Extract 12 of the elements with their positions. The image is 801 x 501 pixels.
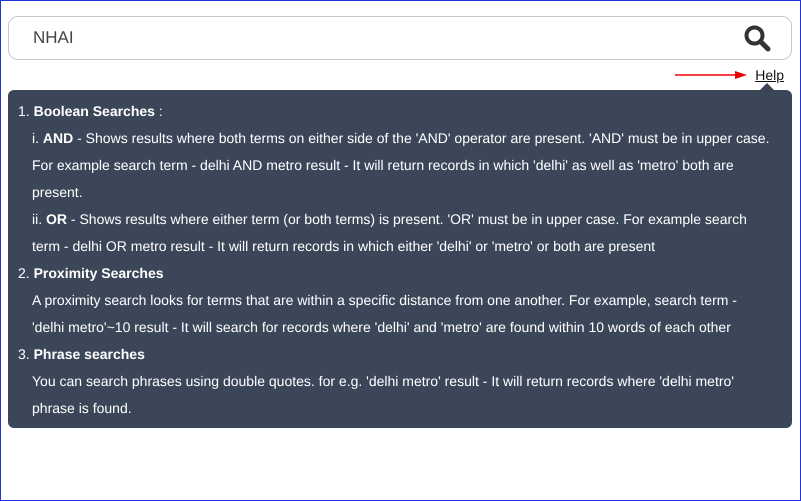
section-heading: 1. Boolean Searches :: [18, 102, 164, 121]
help-link[interactable]: Help: [755, 67, 784, 83]
help-text: You can search phrases using double quotes. for e.g. 'delhi metro' result - It will return records where 'delhi metro' phrase is found.: [32, 372, 735, 418]
help-text: ii. OR - Shows results where either term (or both terms) is present. 'OR' must be in upper case. For example search term - delhi OR metro result - It will return records in which either 'delhi' or 'metro' or both are present: [32, 210, 748, 256]
help-text: A proximity search looks for terms that are within a specific distance from one another. For example, search term - 'delhi metro'~10 result - It will search for records where 'delhi' and 'metro' are found within 10 words of each other: [32, 291, 738, 337]
arrow-icon: [675, 71, 748, 79]
search-input[interactable]: NHAI: [31, 27, 743, 49]
search-icon[interactable]: [743, 24, 771, 52]
search-field[interactable]: NHAI: [8, 16, 792, 60]
help-text: i. AND - Shows results where both terms on either side of the 'AND' operator are present. 'AND' must be in upper case. For example search term - delhi AND metro result - It will return records in which 'delhi' as well as 'metro' both are present.: [32, 129, 770, 202]
section-heading: 3. Phrase searches: [18, 345, 146, 364]
section-heading: 2. Proximity Searches: [18, 264, 165, 283]
